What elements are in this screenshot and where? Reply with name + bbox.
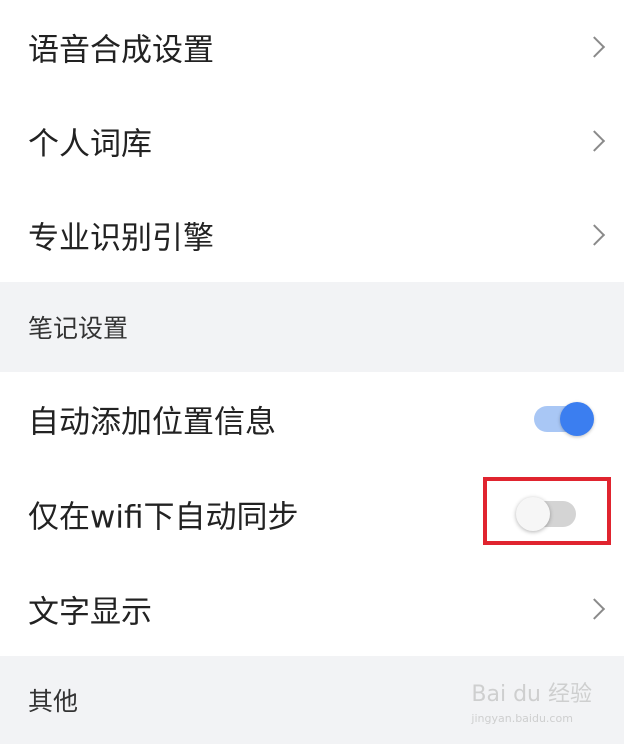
menu-item-label: 语音合成设置 [28, 32, 214, 69]
chevron-right-icon [583, 224, 606, 246]
setting-label: 自动添加位置信息 [28, 404, 276, 441]
menu-item-label: 专业识别引擎 [28, 220, 214, 257]
auto-location-toggle[interactable] [534, 402, 594, 436]
menu-item-label: 个人词库 [28, 126, 152, 163]
menu-item-text-display[interactable]: 文字显示 [0, 562, 624, 656]
toggle-knob [560, 402, 594, 436]
watermark-subtext: jingyan.baidu.com [471, 712, 573, 725]
chevron-right-icon [583, 598, 606, 620]
menu-item-tts-settings[interactable]: 语音合成设置 [0, 0, 624, 94]
baidu-jingyan-watermark: Bai du 经验 jingyan.baidu.com [471, 683, 592, 731]
menu-item-recognition-engine[interactable]: 专业识别引擎 [0, 188, 624, 282]
menu-item-label: 文字显示 [28, 594, 152, 631]
setting-auto-location: 自动添加位置信息 [0, 372, 624, 466]
menu-item-personal-dictionary[interactable]: 个人词库 [0, 94, 624, 188]
watermark-text: Bai du 经验 [471, 682, 592, 707]
highlight-annotation-box [483, 477, 611, 545]
section-header-notes: 笔记设置 [0, 282, 624, 372]
section-header-label: 笔记设置 [28, 314, 129, 343]
chevron-right-icon [583, 36, 606, 58]
setting-label: 仅在wifi下自动同步 [28, 499, 299, 536]
chevron-right-icon [583, 130, 606, 152]
section-header-label: 其他 [28, 687, 79, 716]
